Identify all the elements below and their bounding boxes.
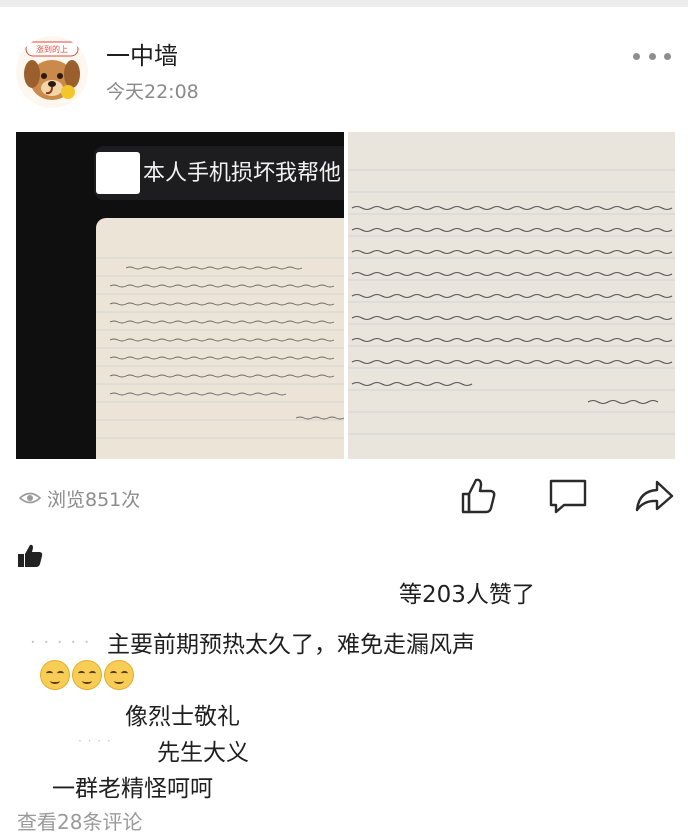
avatar[interactable]: 涨到的上 [16,36,88,108]
comment-button[interactable] [546,474,590,518]
comment-text[interactable]: 主要前期预热太久了，难免走漏风声 [107,625,475,659]
handwriting-lines [348,169,675,435]
faded-commenter-name: · · · · [78,734,112,748]
handwritten-letter [96,218,344,459]
comment-text[interactable]: 像烈士敬礼 [125,697,240,731]
post-image-2[interactable] [348,132,675,459]
dog-avatar-icon: 涨到的上 [16,36,88,108]
view-count: 浏览851次 [19,484,140,512]
thumbs-up-filled-icon [18,544,43,567]
post-timestamp: 今天22:08 [106,81,199,103]
share-icon [635,480,674,512]
post-image-1[interactable]: 本人手机损坏我帮他 [16,132,344,459]
likes-thumbs-up-icon [16,542,44,570]
comment-text[interactable]: 先生大义 [157,733,249,767]
comment-text[interactable]: 一群老精怪呵呵 [52,769,213,803]
like-button[interactable] [456,474,500,518]
handwritten-letter-closeup [348,132,675,459]
more-options-button[interactable] [633,46,671,66]
like-count[interactable]: 等203人赞了 [399,575,535,609]
image-caption: 本人手机损坏我帮他 [143,161,342,186]
grinning-face-emoji [72,660,102,690]
share-button[interactable] [632,474,676,518]
grinning-face-emoji [40,660,70,690]
redaction-block [96,152,140,194]
username[interactable]: 一中墙 [106,36,178,71]
emoji-comment[interactable] [40,660,134,690]
thumbs-up-icon [461,478,496,514]
view-all-comments-link[interactable]: 查看28条评论 [17,806,142,835]
svg-text:涨到的上: 涨到的上 [36,44,68,54]
top-divider [0,0,688,7]
faded-commenter-name: · · · · · [30,632,91,653]
handwriting-lines [96,257,344,439]
view-count-text: 浏览851次 [47,488,141,511]
comment-icon [549,479,587,514]
grinning-face-emoji [104,660,134,690]
eye-icon [19,492,41,504]
more-dots-icon [633,52,640,60]
